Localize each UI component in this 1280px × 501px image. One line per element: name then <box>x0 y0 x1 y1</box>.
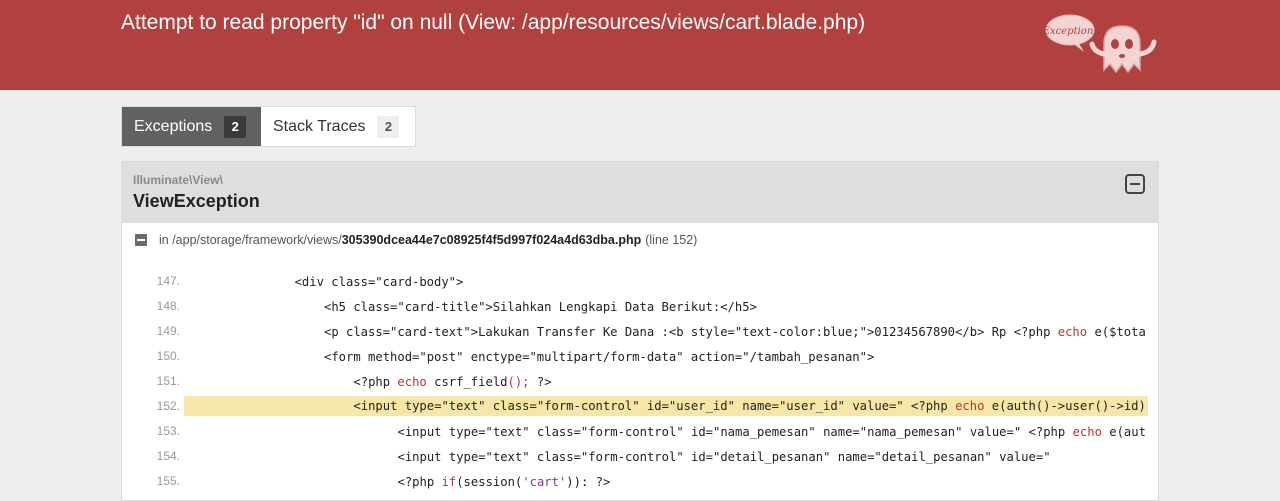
mascot-label: Exception! <box>1044 26 1097 37</box>
line-number: 150. <box>156 349 180 363</box>
exception-panel: Illuminate\View\ ViewException in /app/s… <box>121 161 1159 501</box>
code-snippet: 147. <div class="card-body"> 148. <h5 class… <box>122 270 1158 495</box>
code-line: 147. <div class="card-body"> <box>122 270 1158 295</box>
tab-exceptions[interactable]: Exceptions 2 <box>122 107 261 146</box>
tab-bar: Exceptions 2 Stack Traces 2 <box>121 106 416 147</box>
error-title: Attempt to read property "id" on null (V… <box>121 11 866 34</box>
code-text: <div class="card-body"> <box>294 275 464 289</box>
file-prefix: in /app/storage/framework/views/ <box>159 233 342 247</box>
exception-namespace: Illuminate\View\ <box>133 173 223 187</box>
line-number: 151. <box>156 374 180 388</box>
collapse-icon[interactable] <box>1125 174 1145 194</box>
code-text: <form method="post" enctype="multipart/f… <box>324 350 875 364</box>
file-location: in /app/storage/framework/views/ 305390d… <box>135 233 697 247</box>
code-line: 148. <h5 class="card-title">Silahkan Leng… <box>122 295 1158 320</box>
code-text: <input type="text" class="form-control" … <box>397 450 1051 464</box>
line-number: 148. <box>156 299 180 313</box>
line-number: 147. <box>156 274 180 288</box>
exception-ghost-icon: Exception! <box>1044 14 1157 74</box>
highlighted-code-line: 152. <input type="text" class="form-contr… <box>122 395 1158 420</box>
tab-exceptions-count: 2 <box>224 115 247 138</box>
code-text: <input type="text" class="form-control" … <box>184 396 1148 416</box>
line-number: 153. <box>156 424 180 438</box>
exception-name: ViewException <box>133 191 260 211</box>
code-line: 151. <?php echo csrf_field(); ?> <box>122 370 1158 395</box>
file-line: (line 152) <box>645 233 698 247</box>
code-line: 154. <input type="text" class="form-contr… <box>122 445 1158 470</box>
code-text: <input type="text" class="form-control" … <box>397 425 1146 439</box>
toggle-code-icon[interactable] <box>135 234 147 246</box>
line-number: 154. <box>156 449 180 463</box>
tab-stack-traces[interactable]: Stack Traces 2 <box>261 107 415 146</box>
code-line: 153. <input type="text" class="form-contr… <box>122 420 1158 445</box>
error-header: Attempt to read property "id" on null (V… <box>0 0 1280 90</box>
code-text: <h5 class="card-title">Silahkan Lengkapi… <box>324 300 757 314</box>
exception-header: Illuminate\View\ ViewException <box>122 162 1158 223</box>
tab-stack-traces-label: Stack Traces <box>273 117 366 135</box>
code-line: 149. <p class="card-text">Lakukan Transfe… <box>122 320 1158 345</box>
code-text: <?php echo csrf_field(); ?> <box>353 375 552 389</box>
tab-stack-traces-count: 2 <box>377 115 400 138</box>
code-line: 155. <?php if(session('cart')): ?> <box>122 470 1158 495</box>
file-name: 305390dcea44e7c08925f4f5d997f024a4d63dba… <box>341 233 642 247</box>
line-number: 152. <box>156 399 180 413</box>
tab-exceptions-label: Exceptions <box>134 117 213 135</box>
line-number: 149. <box>156 324 180 338</box>
code-line: 150. <form method="post" enctype="multipa… <box>122 345 1158 370</box>
code-text: <?php if(session('cart')): ?> <box>397 475 611 489</box>
code-text: <p class="card-text">Lakukan Transfer Ke… <box>324 325 1146 339</box>
